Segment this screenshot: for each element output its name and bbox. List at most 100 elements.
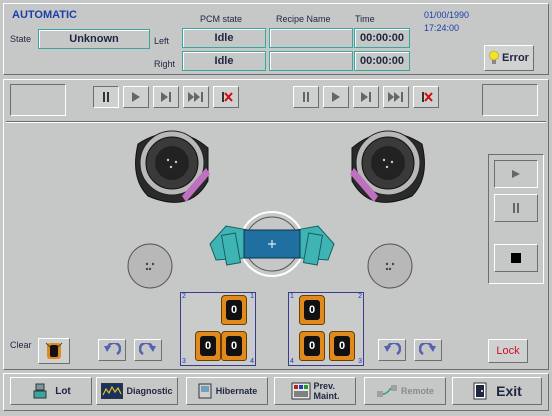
rotate-cw-icon bbox=[419, 343, 436, 356]
hibernate-button[interactable]: Hibernate bbox=[186, 377, 268, 405]
right-chamber[interactable] bbox=[350, 130, 425, 203]
lock-button[interactable]: Lock bbox=[488, 339, 528, 363]
side-stop-button[interactable] bbox=[494, 244, 538, 272]
slot-value: 0 bbox=[304, 300, 320, 320]
right-recipe-field bbox=[269, 51, 353, 71]
hibernate-label: Hibernate bbox=[215, 386, 258, 396]
right-play-button[interactable] bbox=[323, 86, 349, 108]
left-rotate-cw-button[interactable] bbox=[134, 339, 162, 361]
corner-label: 1 bbox=[250, 293, 254, 300]
prev-label: Prev. bbox=[313, 381, 335, 391]
pcm-state-header: PCM state bbox=[200, 14, 243, 24]
cassette-slot[interactable]: 0 bbox=[329, 331, 355, 361]
corner-label: 4 bbox=[290, 358, 294, 365]
exit-door-icon bbox=[473, 382, 487, 400]
transfer-robot[interactable] bbox=[209, 211, 335, 277]
right-loadlock[interactable] bbox=[367, 243, 413, 289]
slot-value: 0 bbox=[334, 336, 350, 356]
rotate-cw-icon bbox=[139, 343, 156, 356]
left-play-button[interactable] bbox=[123, 86, 149, 108]
left-time-field: 00:00:00 bbox=[354, 28, 410, 48]
left-pause-button[interactable] bbox=[93, 86, 119, 108]
left-chamber[interactable] bbox=[135, 130, 210, 203]
step-forward-icon bbox=[361, 92, 371, 102]
rotate-ccw-icon bbox=[104, 343, 121, 356]
rotate-ccw-icon bbox=[384, 343, 401, 356]
clear-label: Clear bbox=[10, 340, 32, 350]
lock-label: Lock bbox=[496, 345, 520, 357]
exit-button[interactable]: Exit bbox=[452, 377, 542, 405]
lightbulb-icon bbox=[489, 50, 499, 64]
left-transport-toolbar bbox=[93, 84, 255, 110]
remote-label: Remote bbox=[400, 386, 434, 396]
error-button[interactable]: Error bbox=[484, 45, 534, 71]
diagnostic-label: Diagnostic bbox=[126, 386, 173, 396]
corner-label: 3 bbox=[182, 358, 186, 365]
right-cassette-station[interactable]: 1 2 4 3 0 0 0 bbox=[288, 292, 364, 366]
corner-label: 1 bbox=[290, 293, 294, 300]
recipe-name-header: Recipe Name bbox=[276, 14, 331, 24]
left-abort-button[interactable] bbox=[213, 86, 239, 108]
lot-label: Lot bbox=[55, 385, 71, 397]
left-recipe-field bbox=[269, 28, 353, 48]
right-step-button[interactable] bbox=[353, 86, 379, 108]
right-transport-toolbar bbox=[293, 84, 455, 110]
right-rotate-cw-button[interactable] bbox=[414, 339, 442, 361]
remote-network-icon bbox=[376, 385, 397, 397]
state-field: Unknown bbox=[38, 29, 150, 49]
toolbar-divider bbox=[6, 121, 546, 123]
left-step-button[interactable] bbox=[153, 86, 179, 108]
diagnostic-chart-icon bbox=[101, 383, 124, 399]
maintenance-icon bbox=[291, 382, 310, 400]
play-icon bbox=[512, 170, 520, 178]
side-pause-button[interactable] bbox=[494, 194, 538, 222]
left-skip-button[interactable] bbox=[183, 86, 209, 108]
corner-label: 3 bbox=[358, 358, 362, 365]
status-header: AUTOMATIC State Unknown PCM state Recipe… bbox=[3, 3, 549, 75]
right-pause-button[interactable] bbox=[293, 86, 319, 108]
mode-label: AUTOMATIC bbox=[12, 9, 77, 21]
pause-icon bbox=[303, 92, 309, 102]
right-label: Right bbox=[154, 59, 176, 69]
cassette-slot[interactable]: 0 bbox=[221, 331, 247, 361]
side-play-button[interactable] bbox=[494, 160, 538, 188]
slot-value: 0 bbox=[200, 336, 216, 356]
left-rotate-ccw-button[interactable] bbox=[98, 339, 126, 361]
corner-label: 4 bbox=[250, 358, 254, 365]
pause-icon bbox=[103, 92, 109, 102]
diagnostic-button[interactable]: Diagnostic bbox=[96, 377, 178, 405]
skip-icon bbox=[188, 92, 203, 102]
right-status-box bbox=[482, 84, 538, 116]
maint-label: Maint. bbox=[313, 391, 340, 401]
left-loadlock[interactable] bbox=[127, 243, 173, 289]
cassette-slot[interactable]: 0 bbox=[299, 331, 325, 361]
step-forward-icon bbox=[161, 92, 171, 102]
time-header: Time bbox=[355, 14, 375, 24]
prev-maint-button[interactable]: Prev. Maint. bbox=[274, 377, 356, 405]
clear-wafer-icon bbox=[45, 342, 63, 359]
slot-value: 0 bbox=[226, 336, 242, 356]
exit-label: Exit bbox=[496, 383, 522, 399]
machine-schematic bbox=[127, 130, 425, 289]
cassette-slot[interactable]: 0 bbox=[195, 331, 221, 361]
lot-button[interactable]: Lot bbox=[10, 377, 92, 405]
error-label: Error bbox=[502, 52, 529, 64]
corner-label: 2 bbox=[358, 293, 362, 300]
remote-button[interactable]: Remote bbox=[364, 377, 446, 405]
left-cassette-station[interactable]: 2 1 3 4 0 0 0 bbox=[180, 292, 256, 366]
cassette-slot[interactable]: 0 bbox=[221, 295, 247, 325]
right-rotate-ccw-button[interactable] bbox=[378, 339, 406, 361]
right-skip-button[interactable] bbox=[383, 86, 409, 108]
cassette-slot[interactable]: 0 bbox=[299, 295, 325, 325]
left-status-box bbox=[10, 84, 66, 116]
hibernate-icon bbox=[198, 383, 212, 399]
clock-label: 17:24:00 bbox=[424, 23, 460, 33]
abort-icon bbox=[422, 92, 433, 102]
stop-icon bbox=[511, 253, 521, 263]
right-time-field: 00:00:00 bbox=[354, 51, 410, 71]
clear-button[interactable] bbox=[38, 338, 70, 364]
right-abort-button[interactable] bbox=[413, 86, 439, 108]
left-pcm-state-field: Idle bbox=[182, 28, 266, 48]
slot-value: 0 bbox=[304, 336, 320, 356]
state-label: State bbox=[10, 34, 32, 44]
